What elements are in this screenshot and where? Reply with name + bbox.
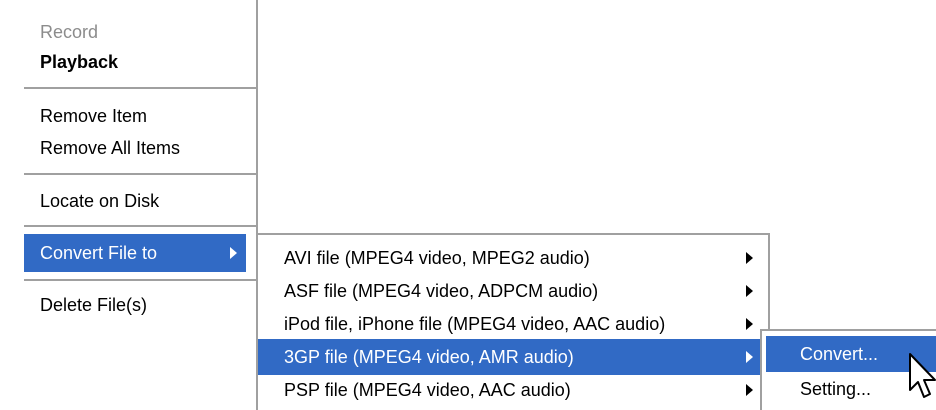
submenu-item-psp[interactable]: PSP file (MPEG4 video, AAC audio) [258,372,768,408]
submenu-item-label: Convert... [800,344,879,364]
menu-item-convert-file-to[interactable]: Convert File to [24,234,246,272]
menu-separator [24,225,256,227]
menu-item-label: Locate on Disk [40,191,160,211]
submenu-item-avi[interactable]: AVI file (MPEG4 video, MPEG2 audio) [258,240,768,276]
menu-item-label: Remove Item [40,106,148,126]
menu-item-locate-on-disk[interactable]: Locate on Disk [0,183,256,219]
submenu-item-3gp[interactable]: 3GP file (MPEG4 video, AMR audio) [258,339,768,375]
menu-item-remove-all-items[interactable]: Remove All Items [0,130,256,166]
menu-separator [24,279,256,281]
menu-separator [24,173,256,175]
chevron-right-icon [746,318,753,330]
chevron-right-icon [746,351,753,363]
submenu-item-label: iPod file, iPhone file (MPEG4 video, AAC… [284,314,666,334]
submenu-item-label: PSP file (MPEG4 video, AAC audio) [284,380,571,400]
arrow-cursor-icon [909,353,936,398]
chevron-right-icon [230,247,237,259]
submenu-item-label: Setting... [800,379,872,399]
menu-item-remove-item[interactable]: Remove Item [0,98,256,134]
submenu-item-label: 3GP file (MPEG4 video, AMR audio) [284,347,574,367]
menu-item-label: Remove All Items [40,138,181,158]
submenu-item-label: ASF file (MPEG4 video, ADPCM audio) [284,281,599,301]
convert-submenu: AVI file (MPEG4 video, MPEG2 audio) ASF … [256,233,770,410]
menu-item-label: Convert File to [40,243,158,263]
submenu-item-label: AVI file (MPEG4 video, MPEG2 audio) [284,248,590,268]
chevron-right-icon [746,384,753,396]
chevron-right-icon [746,252,753,264]
menu-separator [24,87,256,89]
menu-item-playback[interactable]: Playback [0,44,256,80]
context-menu: Record Playback Remove Item Remove All I… [0,0,258,332]
menu-item-label: Delete File(s) [40,295,148,315]
menu-item-label: Playback [40,52,119,72]
submenu-item-asf[interactable]: ASF file (MPEG4 video, ADPCM audio) [258,273,768,309]
submenu-item-ipod[interactable]: iPod file, iPhone file (MPEG4 video, AAC… [258,306,768,342]
menu-item-delete-files[interactable]: Delete File(s) [0,287,256,323]
chevron-right-icon [746,285,753,297]
